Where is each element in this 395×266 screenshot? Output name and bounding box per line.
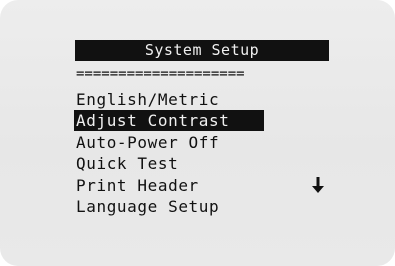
menu-item-auto-power-off[interactable]: Auto-Power Off bbox=[76, 132, 219, 153]
down-arrow-icon bbox=[310, 176, 326, 196]
menu-item-language-setup[interactable]: Language Setup bbox=[76, 196, 219, 217]
setup-menu: English/Metric Adjust Contrast Auto-Powe… bbox=[0, 0, 395, 266]
lcd-screen: System Setup ==================== Englis… bbox=[0, 0, 395, 266]
menu-item-adjust-contrast[interactable]: Adjust Contrast bbox=[74, 110, 264, 131]
menu-item-english-metric[interactable]: English/Metric bbox=[76, 89, 219, 110]
menu-item-print-header[interactable]: Print Header bbox=[76, 175, 199, 196]
menu-item-quick-test[interactable]: Quick Test bbox=[76, 153, 178, 174]
down-arrow-icon-svg bbox=[312, 177, 324, 193]
